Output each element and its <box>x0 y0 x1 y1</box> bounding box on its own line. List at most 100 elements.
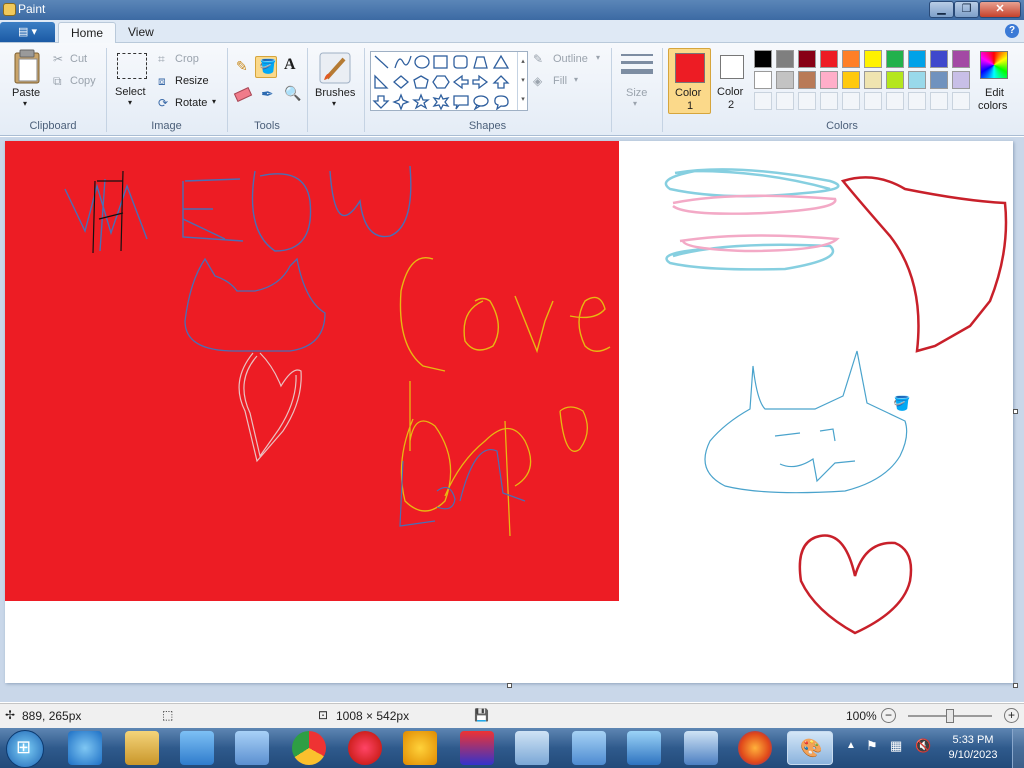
start-button[interactable]: ⊞ <box>6 730 44 768</box>
palette-swatch[interactable] <box>886 71 904 89</box>
color2-number: 2 <box>728 99 735 111</box>
eraser-tool-button[interactable] <box>233 85 253 105</box>
show-hidden-icons-button[interactable]: ▲ <box>846 740 856 751</box>
network-icon[interactable]: ▦ <box>890 738 902 754</box>
outline-button[interactable]: ✎ Outline ▾ <box>533 52 605 68</box>
red-bird-app-icon[interactable] <box>348 731 382 765</box>
volume-muted-icon[interactable]: 🔇 <box>915 738 931 754</box>
monitor-app-icon[interactable] <box>627 731 661 765</box>
color2-button[interactable]: Color 2 <box>713 48 751 114</box>
zoom-in-button[interactable]: + <box>1004 708 1019 723</box>
custom-color-slot[interactable] <box>886 92 904 110</box>
network-app-icon[interactable] <box>515 731 549 765</box>
fill-button[interactable]: ◈ Fill ▾ <box>533 74 593 90</box>
drawing-canvas[interactable]: 🪣 <box>5 141 1013 683</box>
zoom-slider-thumb[interactable] <box>946 709 954 723</box>
custom-color-slot[interactable] <box>820 92 838 110</box>
zoom-out-button[interactable]: − <box>881 708 896 723</box>
paint-app-icon[interactable] <box>3 3 16 16</box>
chrome-icon[interactable] <box>292 731 326 765</box>
crop-button[interactable]: ⌗ Crop <box>158 52 213 68</box>
custom-color-slot[interactable] <box>776 92 794 110</box>
canvas-drawings <box>64 165 1008 635</box>
cut-button[interactable]: ✂ Cut <box>53 52 103 68</box>
palette-swatch[interactable] <box>754 71 772 89</box>
pen-app-icon[interactable] <box>572 731 606 765</box>
custom-color-slot[interactable] <box>754 92 772 110</box>
rotate-button[interactable]: ⟳ Rotate ▾ <box>158 96 220 112</box>
file-explorer-icon[interactable] <box>125 731 159 765</box>
media-player-icon[interactable] <box>180 731 214 765</box>
shapes-gallery[interactable]: ▴ ▾ ▾ <box>370 51 528 111</box>
palette-swatch[interactable] <box>908 50 926 68</box>
palette-swatch[interactable] <box>930 71 948 89</box>
palette-swatch[interactable] <box>776 71 794 89</box>
pencil-icon: ✎ <box>236 58 248 74</box>
copy-label: Copy <box>70 75 96 87</box>
color1-button[interactable]: Color 1 <box>668 48 711 114</box>
palette-swatch[interactable] <box>952 71 970 89</box>
close-button[interactable]: ✕ <box>979 1 1021 18</box>
color-picker-icon: ✒ <box>261 86 274 103</box>
cut-label: Cut <box>70 53 88 65</box>
pencil-tool-button[interactable]: ✎ <box>233 57 253 77</box>
tab-home[interactable]: Home <box>58 22 117 44</box>
palette-swatch[interactable] <box>820 50 838 68</box>
select-button[interactable]: Select ▾ <box>113 51 151 113</box>
copy-button[interactable]: ⧉ Copy <box>53 74 103 90</box>
palette-swatch[interactable] <box>864 71 882 89</box>
color-picker-tool-button[interactable]: ✒ <box>258 85 278 105</box>
clock[interactable]: 5:33 PM 9/10/2023 <box>943 733 1003 765</box>
tab-view[interactable]: View <box>116 22 166 44</box>
game-app-icon[interactable] <box>403 731 437 765</box>
edit-colors-button[interactable]: Edit colors <box>975 49 1013 115</box>
paste-button[interactable]: Paste ▾ <box>8 49 46 115</box>
palette-swatch[interactable] <box>930 50 948 68</box>
rotate-icon: ⟳ <box>158 96 169 110</box>
palette-swatch[interactable] <box>842 71 860 89</box>
edit-colors-label: Edit <box>985 87 1004 99</box>
custom-color-slot[interactable] <box>842 92 860 110</box>
show-desktop-button[interactable] <box>1012 729 1024 768</box>
minimize-button[interactable]: ▁ <box>929 1 954 18</box>
text-tool-button[interactable]: A <box>281 56 301 77</box>
palette-swatch[interactable] <box>886 50 904 68</box>
resize-handle-bottom[interactable] <box>507 683 512 688</box>
palette-swatch[interactable] <box>776 50 794 68</box>
paint-menu-button[interactable]: ▤ ▾ <box>0 22 55 42</box>
palette-swatch[interactable] <box>754 50 772 68</box>
action-center-flag-icon[interactable]: ⚑ <box>866 738 878 754</box>
resize-handle-right[interactable] <box>1013 409 1018 414</box>
custom-color-slot[interactable] <box>930 92 948 110</box>
internet-explorer-icon[interactable] <box>68 731 102 765</box>
palette-swatch[interactable] <box>908 71 926 89</box>
shapes-scroll[interactable]: ▴ ▾ ▾ <box>517 52 528 110</box>
zoom-level: 100% <box>846 709 877 723</box>
magnifier-tool-button[interactable]: 🔍 <box>281 85 301 105</box>
palette-swatch[interactable] <box>820 71 838 89</box>
palette-swatch[interactable] <box>952 50 970 68</box>
custom-color-slot[interactable] <box>952 92 970 110</box>
fill-tool-button[interactable]: 🪣 <box>255 56 277 78</box>
color-palette <box>754 50 974 116</box>
custom-color-slot[interactable] <box>864 92 882 110</box>
help-icon[interactable]: ? <box>1005 24 1019 38</box>
firefox-icon[interactable] <box>738 731 772 765</box>
maximize-button[interactable]: ❐ <box>954 1 979 18</box>
resize-handle-corner[interactable] <box>1013 683 1018 688</box>
infinity-app-icon[interactable] <box>235 731 269 765</box>
brushes-button[interactable]: Brushes ▾ <box>312 50 358 112</box>
group-separator <box>611 48 612 132</box>
3d-blocks-app-icon[interactable] <box>460 731 494 765</box>
resize-button[interactable]: ⧈ Resize <box>158 74 213 90</box>
custom-color-slot[interactable] <box>908 92 926 110</box>
remote-desktop-icon[interactable] <box>684 731 718 765</box>
red-sail-outline-drawing <box>840 176 1008 353</box>
palette-swatch[interactable] <box>798 71 816 89</box>
custom-color-slot[interactable] <box>798 92 816 110</box>
paint-taskbar-button[interactable]: 🎨 <box>787 731 833 765</box>
palette-swatch[interactable] <box>842 50 860 68</box>
size-button[interactable]: Size ▾ <box>617 51 657 113</box>
palette-swatch[interactable] <box>798 50 816 68</box>
palette-swatch[interactable] <box>864 50 882 68</box>
